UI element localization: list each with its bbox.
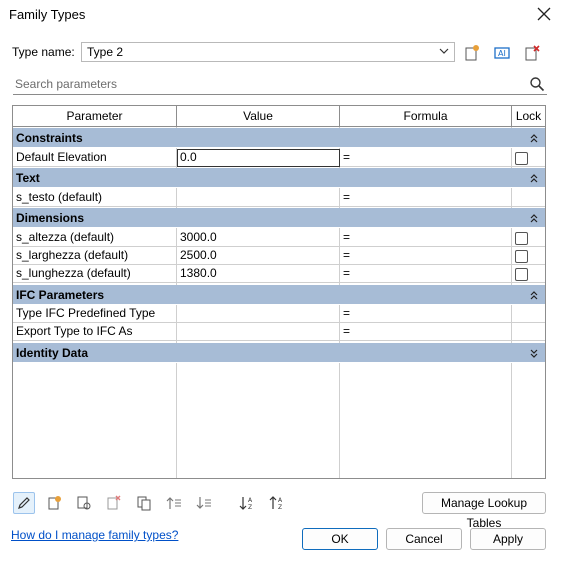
group-ifc-parameters[interactable]: IFC Parameters bbox=[13, 285, 545, 305]
family-types-dialog: Family Types Type name: Type 2 AI Search… bbox=[0, 0, 561, 562]
svg-text:Z: Z bbox=[248, 504, 252, 511]
param-name: s_altezza (default) bbox=[16, 230, 115, 244]
header-formula[interactable]: Formula bbox=[340, 106, 512, 126]
close-icon[interactable] bbox=[534, 4, 554, 24]
lock-checkbox[interactable] bbox=[515, 250, 528, 263]
cancel-button[interactable]: Cancel bbox=[386, 528, 462, 550]
param-formula[interactable]: = bbox=[340, 265, 512, 283]
search-input[interactable]: Search parameters bbox=[13, 75, 547, 95]
table-row[interactable]: Export Type to IFC As = bbox=[13, 323, 545, 341]
copy-parameter-icon[interactable] bbox=[133, 492, 155, 514]
param-value[interactable]: 0.0 bbox=[177, 149, 340, 167]
group-identity-data[interactable]: Identity Data bbox=[13, 343, 545, 363]
group-label: Constraints bbox=[16, 131, 83, 145]
type-name-value: Type 2 bbox=[87, 45, 124, 59]
param-formula[interactable]: = bbox=[340, 323, 512, 341]
type-name-label: Type name: bbox=[12, 45, 75, 59]
shared-parameter-icon[interactable] bbox=[73, 492, 95, 514]
search-icon[interactable] bbox=[529, 76, 545, 95]
help-link[interactable]: How do I manage family types? bbox=[11, 528, 178, 542]
search-placeholder: Search parameters bbox=[15, 77, 118, 91]
param-formula[interactable]: = bbox=[340, 305, 512, 323]
lock-checkbox[interactable] bbox=[515, 232, 528, 245]
sort-descending-icon[interactable]: AZ bbox=[266, 492, 288, 514]
param-name: Export Type to IFC As bbox=[16, 324, 133, 338]
new-parameter-icon[interactable] bbox=[44, 492, 66, 514]
group-constraints[interactable]: Constraints bbox=[13, 128, 545, 148]
param-value[interactable]: 2500.0 bbox=[177, 247, 340, 265]
table-header: Parameter Value Formula Lock bbox=[13, 106, 545, 127]
table-row[interactable]: s_larghezza (default) 2500.0 = bbox=[13, 247, 545, 265]
lock-checkbox[interactable] bbox=[515, 268, 528, 281]
header-parameter[interactable]: Parameter bbox=[13, 106, 177, 126]
group-text[interactable]: Text bbox=[13, 168, 545, 188]
move-up-icon[interactable] bbox=[163, 492, 185, 514]
rename-type-icon[interactable]: AI bbox=[491, 42, 513, 64]
param-name: Type IFC Predefined Type bbox=[16, 306, 156, 320]
group-label: Text bbox=[16, 171, 40, 185]
svg-text:Z: Z bbox=[278, 504, 282, 511]
svg-text:A: A bbox=[248, 497, 253, 504]
chevron-down-icon bbox=[438, 45, 450, 60]
param-value[interactable]: 1380.0 bbox=[177, 265, 340, 283]
param-name: s_testo (default) bbox=[16, 190, 103, 204]
delete-type-icon[interactable] bbox=[521, 42, 543, 64]
window-title: Family Types bbox=[9, 7, 86, 22]
new-type-icon[interactable] bbox=[461, 42, 483, 64]
table-row[interactable]: s_testo (default) = bbox=[13, 189, 545, 207]
header-lock[interactable]: Lock bbox=[512, 106, 545, 126]
sort-ascending-icon[interactable]: AZ bbox=[236, 492, 258, 514]
table-row[interactable]: s_lunghezza (default) 1380.0 = bbox=[13, 265, 545, 283]
param-value[interactable] bbox=[177, 323, 340, 341]
ok-button[interactable]: OK bbox=[302, 528, 378, 550]
type-name-select[interactable]: Type 2 bbox=[81, 42, 455, 62]
parameters-table: Parameter Value Formula Lock Constraints… bbox=[12, 105, 546, 479]
header-value[interactable]: Value bbox=[177, 106, 340, 126]
param-name: s_larghezza (default) bbox=[16, 248, 129, 262]
group-label: Identity Data bbox=[16, 346, 89, 360]
param-value[interactable] bbox=[177, 305, 340, 323]
param-value[interactable] bbox=[177, 189, 340, 207]
table-row[interactable]: Type IFC Predefined Type = bbox=[13, 305, 545, 323]
table-row[interactable]: Default Elevation 0.0 = bbox=[13, 149, 545, 167]
group-label: Dimensions bbox=[16, 211, 85, 225]
param-formula[interactable]: = bbox=[340, 229, 512, 247]
param-value[interactable]: 3000.0 bbox=[177, 229, 340, 247]
param-formula[interactable]: = bbox=[340, 189, 512, 207]
svg-text:AI: AI bbox=[498, 49, 506, 58]
delete-parameter-icon[interactable] bbox=[103, 492, 125, 514]
expand-icon[interactable] bbox=[529, 343, 539, 369]
move-down-icon[interactable] bbox=[193, 492, 215, 514]
group-dimensions[interactable]: Dimensions bbox=[13, 208, 545, 228]
manage-lookup-tables-button[interactable]: Manage Lookup Tables bbox=[422, 492, 546, 530]
param-name: s_lunghezza (default) bbox=[16, 266, 131, 280]
param-formula[interactable]: = bbox=[340, 149, 512, 167]
group-label: IFC Parameters bbox=[16, 288, 105, 302]
apply-button[interactable]: Apply bbox=[470, 528, 546, 550]
svg-text:A: A bbox=[278, 497, 283, 504]
table-row[interactable]: s_altezza (default) 3000.0 = bbox=[13, 229, 545, 247]
param-formula[interactable]: = bbox=[340, 247, 512, 265]
lock-checkbox[interactable] bbox=[515, 152, 528, 165]
edit-parameter-icon[interactable] bbox=[13, 492, 35, 514]
param-name: Default Elevation bbox=[16, 150, 107, 164]
